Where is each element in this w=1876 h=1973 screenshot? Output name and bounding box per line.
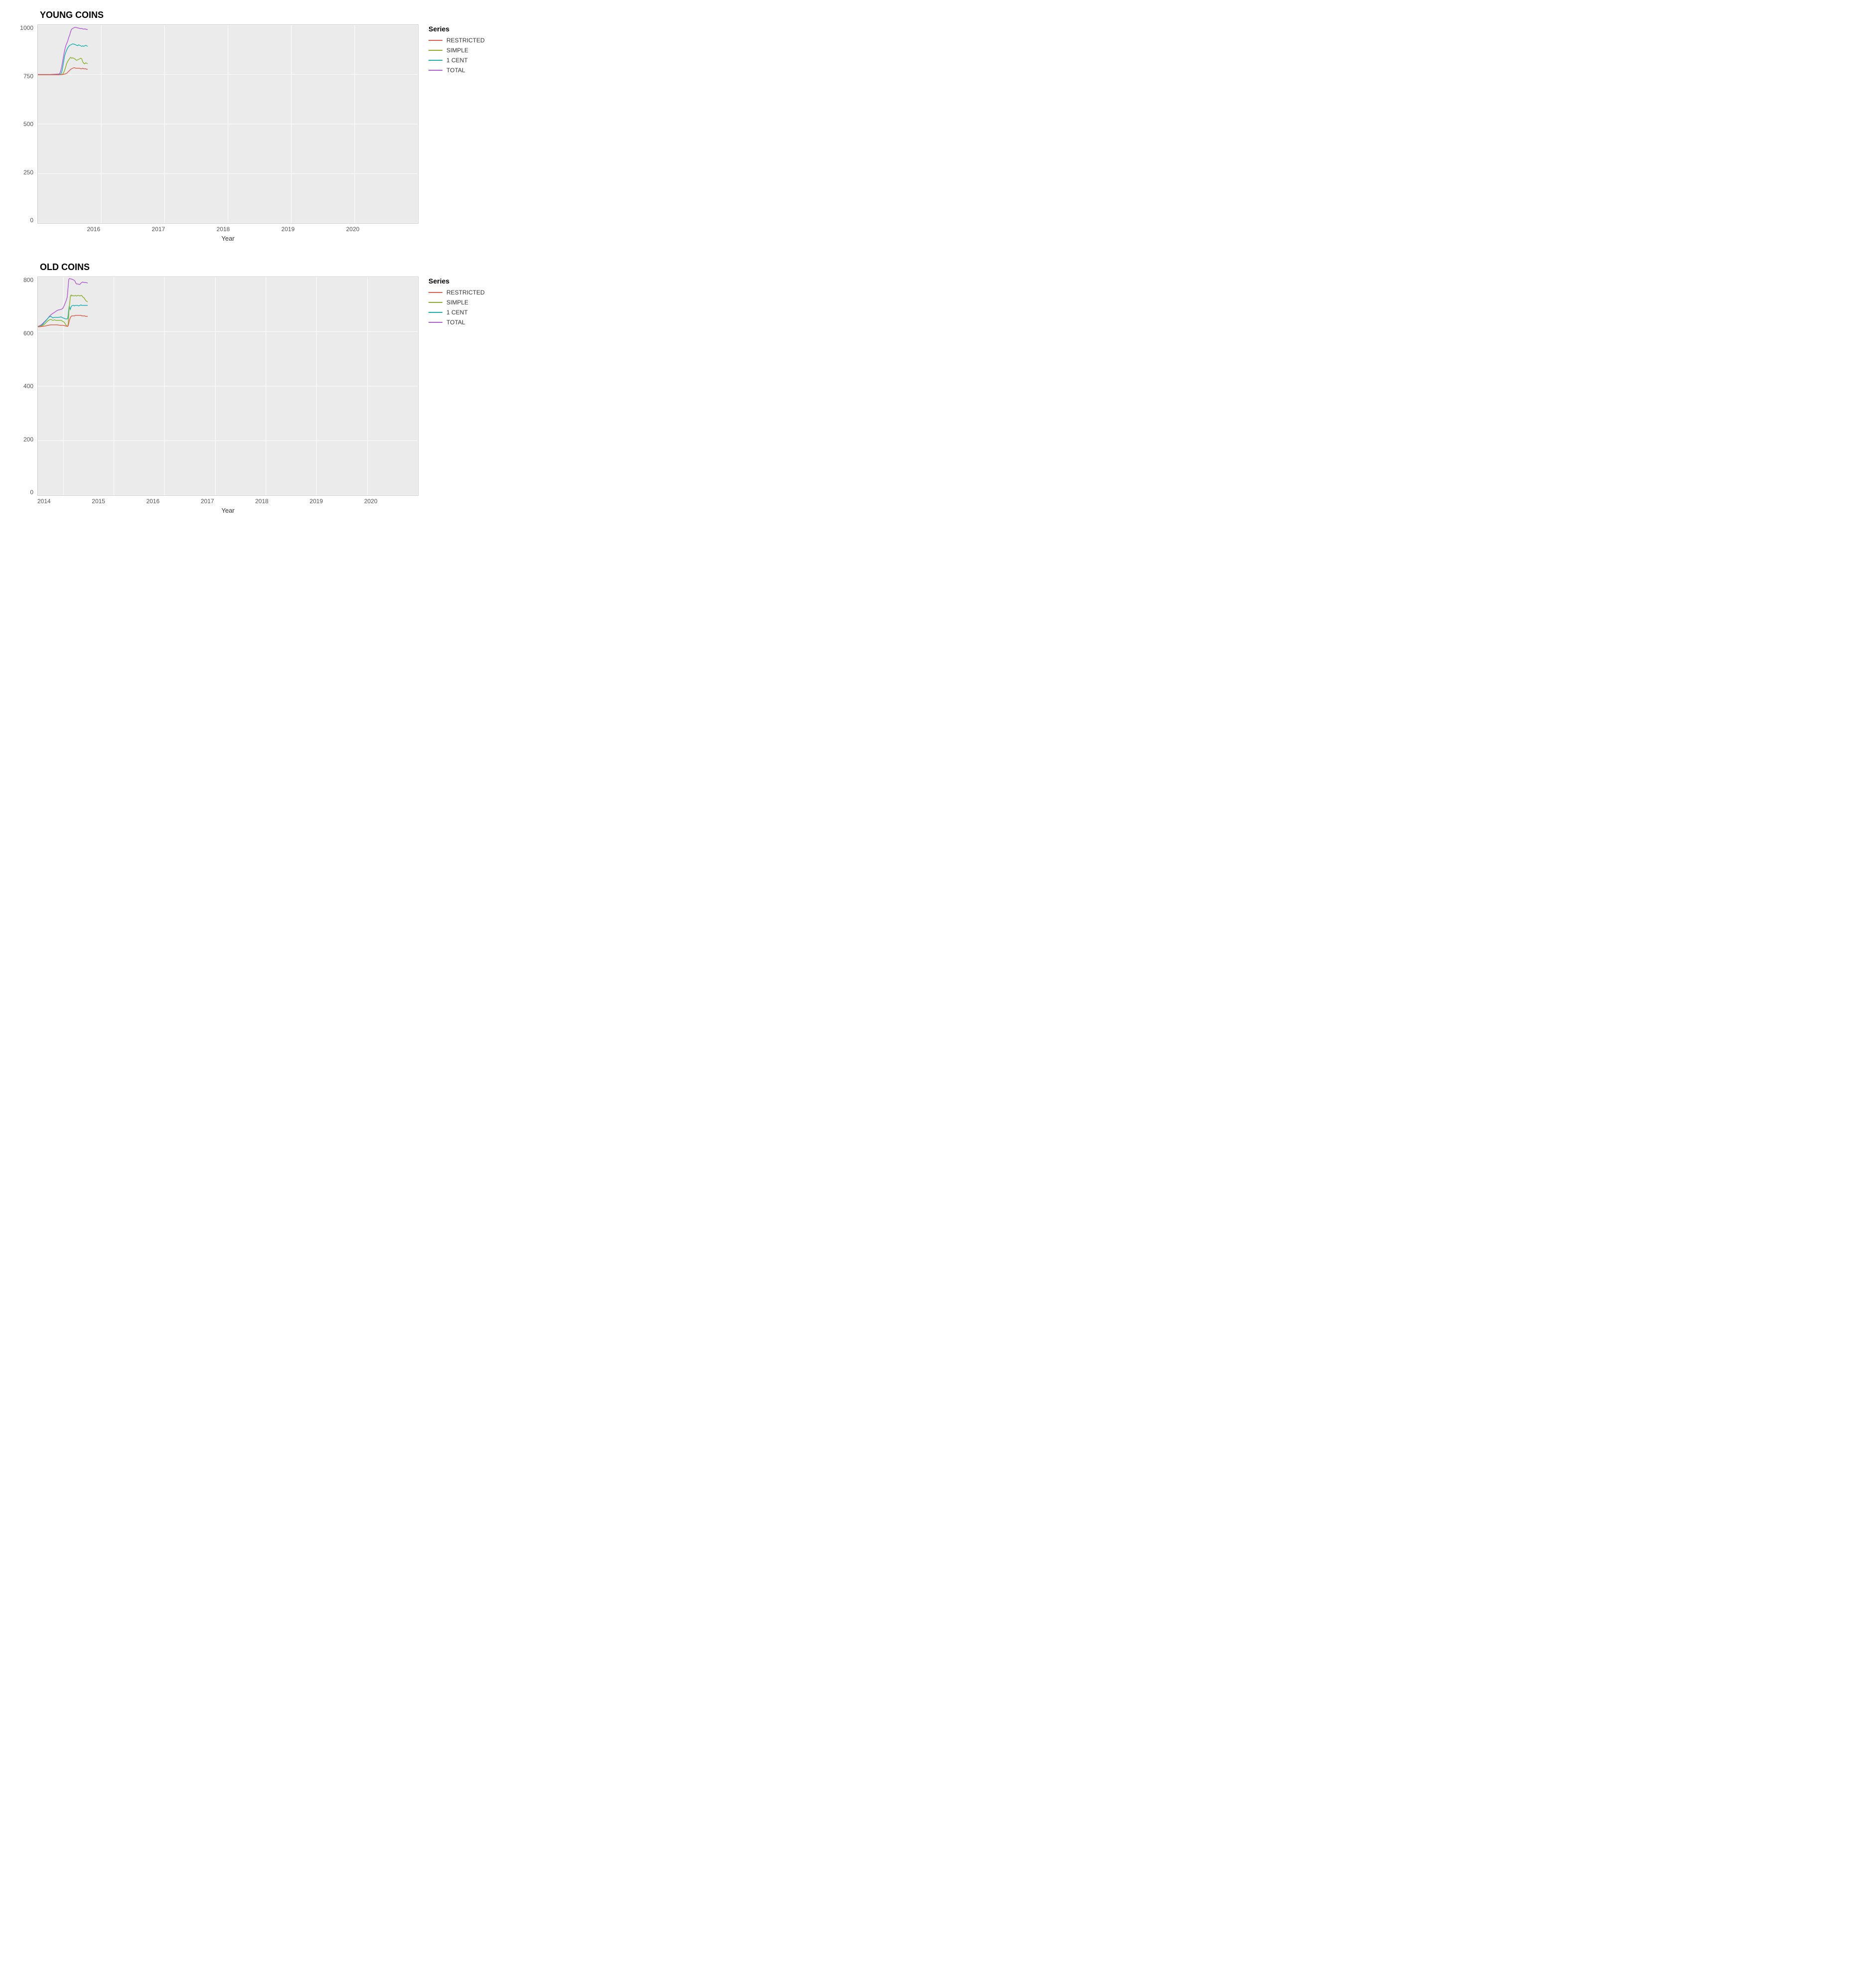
old-restricted-legend-line xyxy=(429,292,442,293)
young-coins-area: YOUNG COINS 1000 750 500 250 0 xyxy=(10,10,419,242)
restricted-legend-label: RESTRICTED xyxy=(446,37,485,44)
old-simple-legend-label: SIMPLE xyxy=(446,299,468,306)
simple-legend-line xyxy=(429,50,442,51)
legend-item-simple: SIMPLE xyxy=(429,47,483,54)
old-coins-legend: Series RESTRICTED SIMPLE 1 CENT TOTAL xyxy=(419,262,488,334)
young-coins-y-axis: 1000 750 500 250 0 xyxy=(10,24,37,224)
young-coins-x-labels: 2016 2017 2018 2019 2020 xyxy=(37,224,419,233)
old-coins-grid xyxy=(38,277,418,495)
charts-container: YOUNG COINS 1000 750 500 250 0 xyxy=(10,10,488,514)
young-coins-legend: Series RESTRICTED SIMPLE 1 CENT TOTAL xyxy=(419,10,488,82)
old-1cent-legend-line xyxy=(429,312,442,313)
old-simple-legend-line xyxy=(429,302,442,303)
total-legend-line xyxy=(429,70,442,71)
old-coins-x-title: Year xyxy=(37,507,419,514)
old-legend-item-1cent: 1 CENT xyxy=(429,309,483,316)
old-coins-inner: 800 600 400 200 0 xyxy=(10,277,419,496)
old-legend-item-total: TOTAL xyxy=(429,319,483,326)
restricted-legend-line xyxy=(429,40,442,41)
young-coins-legend-title: Series xyxy=(429,25,483,33)
old-coins-x-section: 2014 2015 2016 2017 2018 2019 2020 Year xyxy=(10,496,419,514)
old-coins-legend-title: Series xyxy=(429,277,483,285)
young-coins-x-section: 2016 2017 2018 2019 2020 Year xyxy=(10,224,419,242)
old-restricted-legend-label: RESTRICTED xyxy=(446,289,485,296)
legend-item-total: TOTAL xyxy=(429,67,483,74)
young-coins-inner: 1000 750 500 250 0 xyxy=(10,24,419,224)
legend-item-restricted: RESTRICTED xyxy=(429,37,483,44)
old-total-legend-line xyxy=(429,322,442,323)
old-coins-title: OLD COINS xyxy=(40,262,419,273)
1cent-legend-line xyxy=(429,60,442,61)
legend-item-1cent: 1 CENT xyxy=(429,57,483,64)
old-total-legend-label: TOTAL xyxy=(446,319,465,326)
old-coins-x-labels: 2014 2015 2016 2017 2018 2019 2020 xyxy=(37,496,419,505)
old-coins-wrapper: OLD COINS 800 600 400 200 0 xyxy=(10,262,488,514)
young-coins-plot xyxy=(37,24,419,224)
young-coins-x-title: Year xyxy=(37,235,419,242)
simple-legend-label: SIMPLE xyxy=(446,47,468,54)
old-coins-plot xyxy=(37,277,419,496)
1cent-legend-label: 1 CENT xyxy=(446,57,468,64)
old-1cent-legend-label: 1 CENT xyxy=(446,309,468,316)
young-coins-wrapper: YOUNG COINS 1000 750 500 250 0 xyxy=(10,10,488,242)
old-legend-item-restricted: RESTRICTED xyxy=(429,289,483,296)
total-legend-label: TOTAL xyxy=(446,67,465,74)
old-coins-area: OLD COINS 800 600 400 200 0 xyxy=(10,262,419,514)
old-coins-y-axis: 800 600 400 200 0 xyxy=(10,277,37,496)
old-legend-item-simple: SIMPLE xyxy=(429,299,483,306)
young-coins-title: YOUNG COINS xyxy=(40,10,419,20)
young-coins-grid xyxy=(38,25,418,223)
